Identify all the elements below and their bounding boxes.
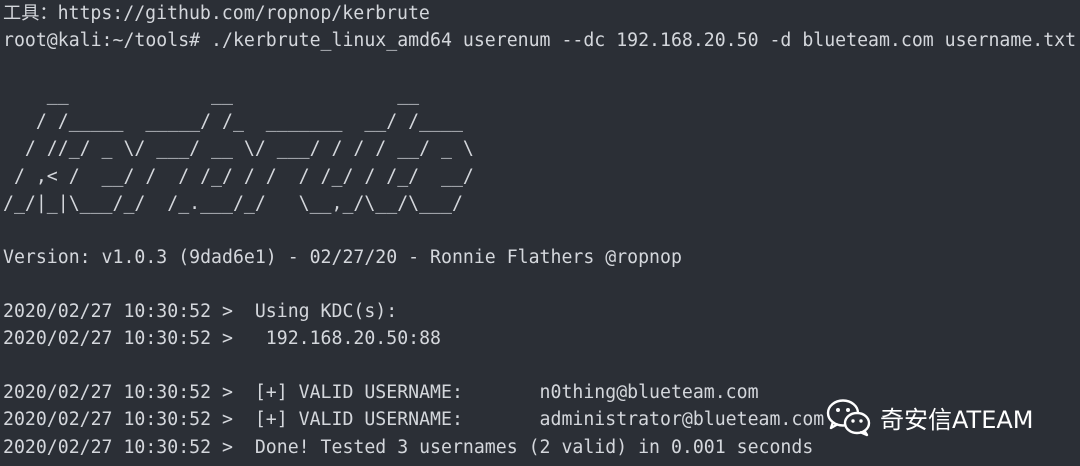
command-line: root@kali:~/tools# ./kerbrute_linux_amd6… xyxy=(3,30,1077,52)
tool-url-line: 工具：https://github.com/ropnop/kerbrute xyxy=(3,3,430,24)
wechat-icon xyxy=(826,399,871,437)
kdc-header-line: 2020/02/27 10:30:52 > Using KDC(s): xyxy=(3,301,398,323)
banner-line-2: / /_____ _____/ /_ _______ __/ /____ xyxy=(3,111,474,133)
banner-line-1: __ __ __ xyxy=(3,84,474,106)
version-line: Version: v1.0.3 (9dad6e1) - 02/27/20 - R… xyxy=(3,246,682,268)
banner-line-4: / ,< / __/ / / /_/ / / / /_/ / /_/ __/ xyxy=(3,165,474,187)
watermark-label: 奇安信ATEAM xyxy=(880,405,1034,434)
banner-line-3: / //_/ _ \/ ___/ __ \/ ___/ / / / __/ _ … xyxy=(3,138,474,160)
watermark: 奇安信ATEAM xyxy=(826,392,1034,442)
kdc-address-line: 2020/02/27 10:30:52 > 192.168.20.50:88 xyxy=(3,328,441,350)
banner-line-5: /_/|_|\___/_/ /_.___/_/ \__,_/\__/\___/ xyxy=(3,192,474,214)
